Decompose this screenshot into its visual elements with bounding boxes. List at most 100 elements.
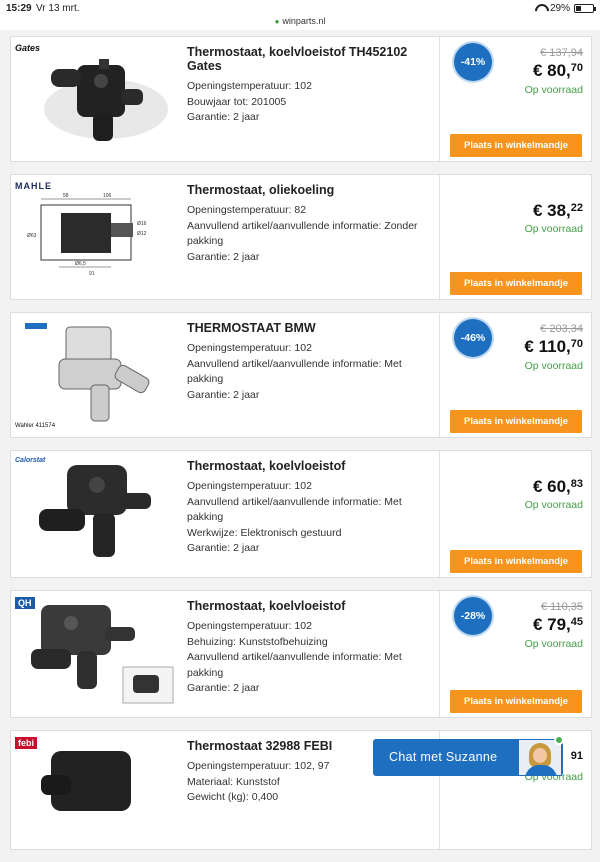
add-to-cart-button[interactable]: Plaats in winkelmandje (450, 134, 582, 157)
price-main: € 110, (524, 337, 571, 356)
old-price: € 110,35 (540, 601, 583, 613)
battery-percent: 29% (549, 3, 570, 14)
product-title[interactable]: Thermostaat, koelvloeistof (187, 459, 437, 473)
price-main: € 60, (532, 477, 571, 496)
stock-status: Op voorraad (524, 223, 583, 235)
product-spec: Garantie: 2 jaar (187, 542, 260, 554)
old-price: € 137,94 (540, 47, 583, 59)
brand-logo: febi (15, 737, 38, 749)
product-spec: Werkwijze: Elektronisch gestuurd (187, 526, 342, 539)
current-price: € 110,70 (524, 337, 583, 357)
product-title[interactable]: Thermostaat, oliekoeling (187, 183, 437, 197)
address-bar[interactable]: ● winparts.nl (0, 16, 600, 26)
product-spec: Openingstemperatuur: 102 (187, 620, 312, 632)
brand-logo: Wahler 411574 (15, 423, 56, 429)
current-price: € 80,70 (533, 61, 583, 81)
brand-logo: MAHLE (15, 181, 52, 191)
stock-status: Op voorraad (524, 638, 583, 650)
product-spec: Gewicht (kg): 0,400 (187, 791, 279, 803)
price-cents: 70 (570, 338, 583, 350)
dim-label: Ø12 (137, 231, 147, 237)
price-box: -46% € 203,34 € 110,70 Op voorraad Plaat… (439, 313, 591, 437)
product-image[interactable]: Gates (11, 37, 177, 161)
dim-label: Ø6,5 (75, 261, 86, 267)
price-box: € 38,22 Op voorraad Plaats in winkelmand… (439, 175, 591, 299)
product-card[interactable]: Gates Thermostaat, koelvloeistof TH45210… (10, 36, 592, 162)
thermostat-drawing-image (25, 323, 150, 422)
product-image[interactable]: Wahler 411574 (11, 313, 177, 437)
product-info: Thermostaat, koelvloeistof TH452102 Gate… (187, 45, 437, 126)
price-cents: 45 (570, 616, 583, 628)
battery-icon (574, 4, 596, 13)
discount-badge: -41% (454, 43, 492, 81)
add-to-cart-button[interactable]: Plaats in winkelmandje (450, 272, 582, 295)
product-spec: Aanvullend artikel/aanvullende informati… (187, 495, 402, 524)
product-spec: Openingstemperatuur: 102 (187, 80, 312, 92)
product-title[interactable]: Thermostaat, koelvloeistof (187, 599, 437, 613)
price-main: € 38, (532, 201, 571, 220)
product-info: Thermostaat, koelvloeistof Openingstempe… (187, 599, 437, 697)
product-card[interactable]: MAHLE 58 106 Ø16 Ø12 Ø63 Ø6,5 91 Thermos… (10, 174, 592, 300)
brand-logo: Calorstat (15, 457, 46, 464)
online-indicator-icon (554, 735, 564, 745)
add-to-cart-button[interactable]: Plaats in winkelmandje (450, 550, 582, 573)
product-spec: Bouwjaar tot: 201005 (187, 95, 287, 108)
price-box: -41% € 137,94 € 80,70 Op voorraad Plaats… (439, 37, 591, 161)
price-cents: 22 (570, 202, 583, 214)
product-title[interactable]: THERMOSTAAT BMW (187, 321, 437, 335)
dim-label: 106 (103, 193, 112, 199)
product-card[interactable]: Calorstat Thermostaat, koelvloeistof Ope… (10, 450, 592, 578)
product-title[interactable]: Thermostaat, koelvloeistof TH452102 Gate… (187, 45, 437, 73)
product-info: THERMOSTAAT BMW Openingstemperatuur: 102… (187, 321, 437, 403)
thermostat-image (44, 59, 168, 141)
product-image[interactable]: Calorstat (11, 451, 177, 577)
dim-label: Ø63 (27, 233, 37, 239)
stock-status: Op voorraad (524, 360, 583, 372)
price-box: -28% € 110,35 € 79,45 Op voorraad Plaats… (439, 591, 591, 717)
status-right: 29% (534, 3, 596, 14)
product-info: Thermostaat, oliekoeling Openingstempera… (187, 183, 437, 265)
technical-drawing-image: 58 106 Ø16 Ø12 Ø63 Ø6,5 91 (27, 193, 147, 277)
product-image[interactable]: MAHLE 58 106 Ø16 Ø12 Ø63 Ø6,5 91 (11, 175, 177, 299)
dim-label: 91 (89, 271, 95, 277)
current-price: 91 (571, 749, 583, 769)
chat-agent-avatar[interactable] (518, 739, 562, 776)
lock-icon: ● (274, 17, 280, 26)
product-spec: Materiaal: Kunststof (187, 775, 280, 788)
product-card[interactable]: Wahler 411574 THERMOSTAAT BMW Openingste… (10, 312, 592, 438)
stock-status: Op voorraad (524, 499, 583, 511)
price-main: € 80, (532, 61, 571, 80)
product-card[interactable]: QH Thermostaat, koelvloeistof Openingste… (10, 590, 592, 718)
dim-label: Ø16 (137, 221, 147, 227)
discount-badge: -28% (454, 597, 492, 635)
product-image[interactable]: febi (11, 731, 177, 849)
product-spec: Behuizing: Kunststofbehuizing (187, 635, 328, 648)
product-spec: Garantie: 2 jaar (187, 388, 260, 401)
thermostat-image (31, 605, 174, 704)
product-spec: Openingstemperatuur: 102 (187, 342, 312, 354)
product-spec: Garantie: 2 jaar (187, 111, 260, 123)
product-image[interactable]: QH (11, 591, 177, 717)
product-spec: Garantie: 2 jaar (187, 250, 260, 263)
current-price: € 79,45 (533, 615, 583, 635)
product-spec: Openingstemperatuur: 82 (187, 204, 307, 216)
status-date: Vr 13 mrt. (36, 3, 80, 14)
dim-label: 58 (63, 193, 69, 199)
add-to-cart-button[interactable]: Plaats in winkelmandje (450, 410, 582, 433)
product-spec: Aanvullend artikel/aanvullende informati… (187, 219, 418, 248)
brand-logo: QH (15, 597, 35, 609)
product-spec: Aanvullend artikel/aanvullende informati… (187, 651, 402, 679)
current-price: € 38,22 (533, 201, 583, 221)
product-spec: Aanvullend artikel/aanvullende informati… (187, 357, 402, 386)
brand-logo: Gates (15, 43, 41, 53)
add-to-cart-button[interactable]: Plaats in winkelmandje (450, 690, 582, 713)
old-price: € 203,34 (540, 323, 583, 335)
current-price: € 60,83 (533, 477, 583, 497)
url-text: winparts.nl (282, 16, 326, 26)
price-cents: 83 (570, 478, 583, 490)
thermostat-image (39, 465, 151, 557)
battery-level (576, 6, 581, 11)
product-info: Thermostaat, koelvloeistof Openingstempe… (187, 459, 437, 557)
product-spec: Garantie: 2 jaar (187, 682, 260, 694)
discount-badge: -46% (454, 319, 492, 357)
